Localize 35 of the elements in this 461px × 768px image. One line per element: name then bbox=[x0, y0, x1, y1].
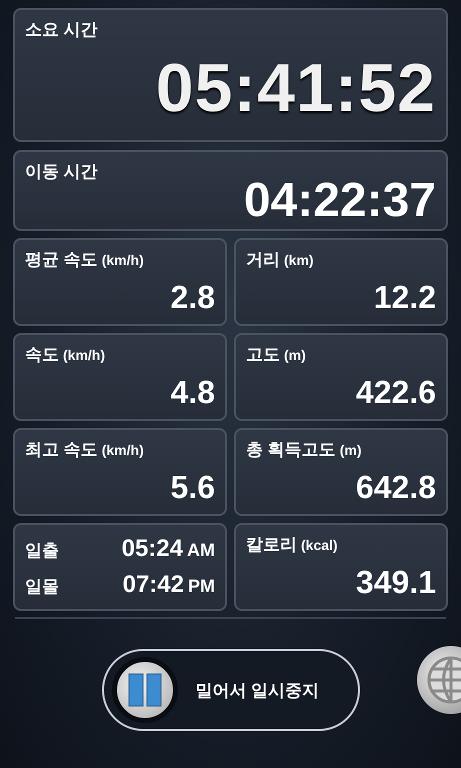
stat-unit: (m) bbox=[340, 442, 362, 458]
stat-label: 칼로리 bbox=[246, 534, 297, 556]
stat-value: 349.1 bbox=[356, 564, 436, 601]
globe-icon[interactable] bbox=[416, 645, 461, 715]
stat-label: 속도 bbox=[25, 344, 59, 366]
moving-time-value: 04:22:37 bbox=[244, 173, 436, 228]
pause-knob[interactable] bbox=[112, 657, 178, 723]
stat-value: 642.8 bbox=[356, 469, 436, 506]
sun-label: 일몰 bbox=[25, 576, 59, 598]
time-suffix: PM bbox=[188, 576, 215, 596]
stat-label: 거리 bbox=[246, 249, 280, 271]
stat-value: 4.8 bbox=[170, 374, 215, 411]
stat-value: 2.8 bbox=[170, 279, 215, 316]
moving-time-label: 이동 시간 bbox=[25, 161, 99, 183]
stat-unit: (km) bbox=[284, 252, 314, 268]
stat-value: 422.6 bbox=[356, 374, 436, 411]
stat-label: 최고 속도 bbox=[25, 439, 98, 461]
elapsed-time-value: 05:41:52 bbox=[156, 49, 436, 127]
stat-label: 총 획득고도 bbox=[246, 439, 336, 461]
slider-label: 밀어서 일시중지 bbox=[196, 680, 320, 702]
stat-unit: (m) bbox=[284, 347, 306, 363]
stat-value: 12.2 bbox=[374, 279, 436, 316]
stat-unit: (km/h) bbox=[102, 252, 144, 268]
stat-label: 고도 bbox=[246, 344, 280, 366]
sun-label: 일출 bbox=[25, 540, 59, 562]
time-suffix: AM bbox=[187, 540, 215, 560]
sun-time: 07:42 bbox=[122, 571, 184, 598]
stat-unit: (km/h) bbox=[102, 442, 144, 458]
elapsed-time-label: 소요 시간 bbox=[25, 19, 99, 41]
sun-time: 05:24 bbox=[122, 535, 183, 562]
stat-unit: (kcal) bbox=[301, 537, 338, 553]
stat-value: 5.6 bbox=[170, 469, 215, 506]
stat-unit: (km/h) bbox=[63, 347, 105, 363]
stat-label: 평균 속도 bbox=[25, 249, 98, 271]
pause-slider[interactable]: 밀어서 일시중지 bbox=[102, 649, 360, 731]
